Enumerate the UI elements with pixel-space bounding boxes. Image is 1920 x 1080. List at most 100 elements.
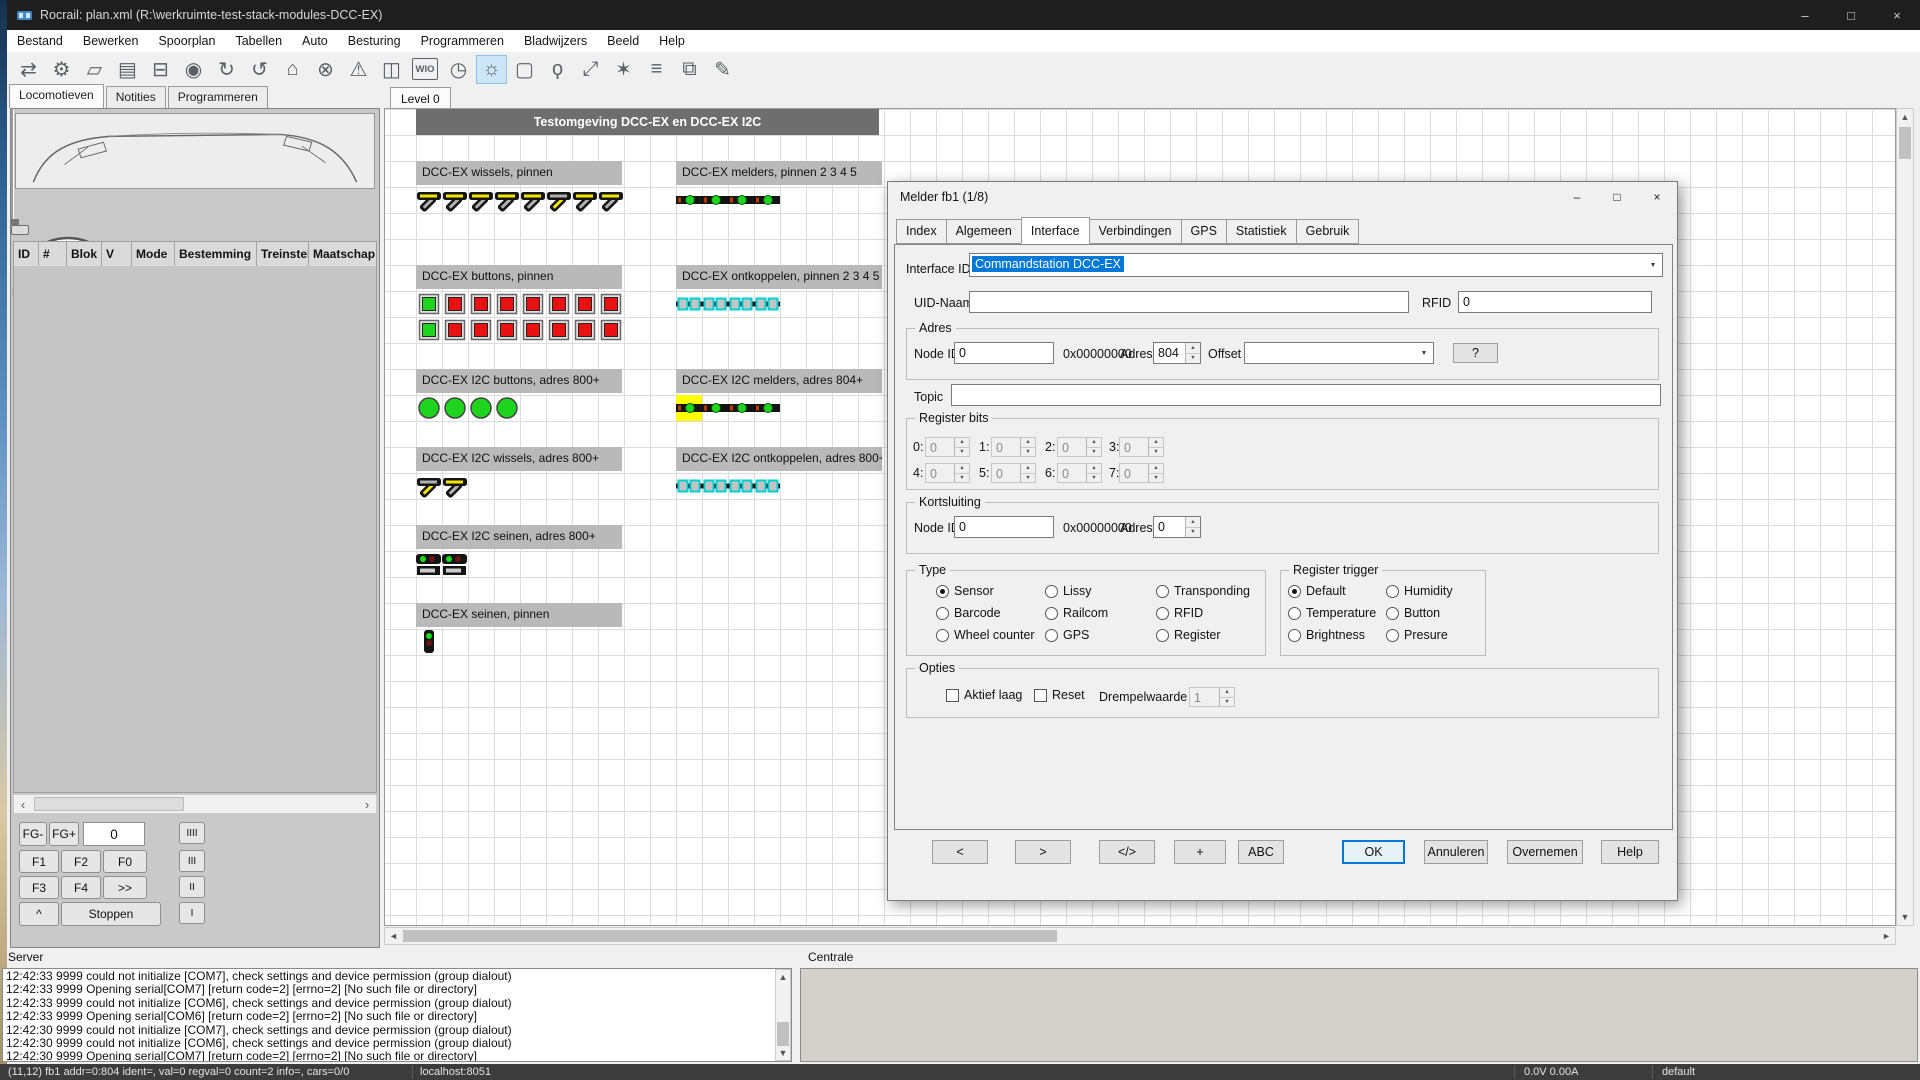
- spinner-arrows[interactable]: ▲▼: [1219, 688, 1234, 706]
- plan-symbol-btn[interactable]: [468, 317, 494, 343]
- plan-symbol-btn[interactable]: [520, 291, 546, 317]
- type-option-wheel-counter[interactable]: Wheel counter: [936, 627, 1035, 643]
- column-header-blok[interactable]: Blok: [67, 242, 102, 266]
- dialog-titlebar[interactable]: Melder fb1 (1/8) – □ ×: [888, 182, 1677, 212]
- scroll-down-icon[interactable]: ▼: [776, 1046, 790, 1060]
- plan-symbol-btn[interactable]: [598, 291, 624, 317]
- spin-down-icon[interactable]: ▼: [1087, 474, 1101, 483]
- undo-icon[interactable]: ↺: [244, 55, 275, 84]
- plan-symbol-btn[interactable]: [468, 291, 494, 317]
- dialog-tab-gebruik[interactable]: Gebruik: [1296, 219, 1360, 244]
- tab-programmeren[interactable]: Programmeren: [168, 86, 268, 108]
- dialog-tab-interface[interactable]: Interface: [1021, 217, 1090, 244]
- checkbox-icon[interactable]: [1034, 689, 1047, 702]
- fn-button-f4[interactable]: F4: [61, 876, 101, 899]
- step-button-1[interactable]: IIII: [179, 822, 205, 844]
- fg-minus-button[interactable]: FG-: [19, 822, 47, 846]
- zoom-icon[interactable]: ϙ: [542, 55, 573, 84]
- trigger-option-humidity[interactable]: Humidity: [1386, 583, 1453, 599]
- step-button-2[interactable]: III: [179, 850, 205, 872]
- column-header-item[interactable]: #: [39, 242, 67, 266]
- aktief-laag-checkbox[interactable]: Aktief laag: [946, 687, 1022, 703]
- menu-bestand[interactable]: Bestand: [7, 30, 73, 52]
- plan-symbol-decoupler[interactable]: [676, 291, 702, 317]
- alert-icon[interactable]: ⚠: [343, 55, 374, 84]
- interface-id-combobox[interactable]: Commandstation DCC-EX ▼: [969, 253, 1663, 277]
- spin-down-icon[interactable]: ▼: [1087, 448, 1101, 457]
- plan-symbol-btn[interactable]: [572, 317, 598, 343]
- scroll-down-icon[interactable]: ▼: [1897, 909, 1913, 925]
- column-header-bestemming[interactable]: Bestemming: [175, 242, 257, 266]
- plan-symbol-decoupler[interactable]: [728, 473, 754, 499]
- spinner-arrows[interactable]: ▲▼: [954, 438, 969, 456]
- plan-symbol-turnout[interactable]: [468, 187, 494, 213]
- chevron-down-icon[interactable]: ▼: [1416, 344, 1432, 362]
- server-log-scrollbar[interactable]: ▲ ▼: [775, 969, 791, 1061]
- trigger-option-presure[interactable]: Presure: [1386, 627, 1448, 643]
- fn-button-f2[interactable]: F2: [61, 850, 101, 873]
- speed-slider-track[interactable]: [11, 109, 14, 219]
- plan-symbol-decoupler[interactable]: [702, 291, 728, 317]
- settings-gears-icon[interactable]: ⚙: [46, 55, 77, 84]
- cab-throttle-icon[interactable]: ⇄: [13, 55, 44, 84]
- plan-symbol-sensor[interactable]: [754, 395, 780, 421]
- type-option-lissy[interactable]: Lissy: [1045, 583, 1091, 599]
- type-option-railcom[interactable]: Railcom: [1045, 605, 1108, 621]
- annuleren-button[interactable]: Annuleren: [1424, 840, 1488, 864]
- spin-down-icon[interactable]: ▼: [955, 474, 969, 483]
- nav-button-0[interactable]: <: [932, 840, 988, 864]
- menu-spoorplan[interactable]: Spoorplan: [148, 30, 225, 52]
- menu-beeld[interactable]: Beeld: [597, 30, 649, 52]
- plan-symbol-btn[interactable]: [416, 317, 442, 343]
- plan-symbol-sensor[interactable]: [728, 395, 754, 421]
- spinner-arrows[interactable]: ▲▼: [954, 464, 969, 482]
- menu-tabellen[interactable]: Tabellen: [225, 30, 292, 52]
- plan-symbol-turnout[interactable]: [598, 187, 624, 213]
- dialog-tab-index[interactable]: Index: [896, 219, 947, 244]
- spin-down-icon[interactable]: ▼: [1149, 474, 1163, 483]
- spinner-arrows[interactable]: ▲▼: [1148, 438, 1163, 456]
- plan-symbol-btn[interactable]: [416, 291, 442, 317]
- spin-up-icon[interactable]: ▲: [1149, 464, 1163, 474]
- spin-up-icon[interactable]: ▲: [1149, 438, 1163, 448]
- menu-programmeren[interactable]: Programmeren: [411, 30, 514, 52]
- plan-symbol-turnout[interactable]: [442, 187, 468, 213]
- plan-symbol-btn[interactable]: [442, 317, 468, 343]
- scroll-right-icon[interactable]: ›: [358, 795, 376, 813]
- speed-slider-handle[interactable]: [11, 225, 29, 235]
- spin-up-icon[interactable]: ▲: [1021, 438, 1035, 448]
- plan-symbol-turnout[interactable]: [442, 473, 468, 499]
- plan-symbol-turnout[interactable]: [546, 187, 572, 213]
- scroll-left-icon[interactable]: ‹: [14, 795, 32, 813]
- plan-symbol-sensor[interactable]: [702, 395, 728, 421]
- menu-help[interactable]: Help: [649, 30, 695, 52]
- power-icon[interactable]: ◉: [178, 55, 209, 84]
- trigger-option-default[interactable]: Default: [1288, 583, 1346, 599]
- plan-v-scrollbar[interactable]: ▲ ▼: [1896, 108, 1914, 926]
- menu-bewerken[interactable]: Bewerken: [73, 30, 149, 52]
- spin-down-icon[interactable]: ▼: [1021, 474, 1035, 483]
- plan-symbol-decoupler[interactable]: [754, 473, 780, 499]
- type-option-rfid[interactable]: RFID: [1156, 605, 1203, 621]
- fn-button-item[interactable]: >>: [103, 876, 147, 899]
- plan-symbol-decoupler[interactable]: [676, 473, 702, 499]
- spin-up-icon[interactable]: ▲: [1087, 438, 1101, 448]
- minimize-icon[interactable]: –: [1782, 0, 1828, 30]
- fn-button-f1[interactable]: F1: [19, 850, 59, 873]
- plan-symbol-turnout[interactable]: [416, 187, 442, 213]
- home-icon[interactable]: ⌂: [277, 55, 308, 84]
- scroll-thumb[interactable]: [34, 797, 184, 811]
- plan-symbol-turnout[interactable]: [520, 187, 546, 213]
- spin-down-icon[interactable]: ▼: [1186, 354, 1200, 364]
- plan-symbol-sigh[interactable]: [442, 551, 468, 577]
- plan-symbol-btn[interactable]: [572, 291, 598, 317]
- refresh-icon[interactable]: ↻: [211, 55, 242, 84]
- plan-symbol-sensor[interactable]: [676, 187, 702, 213]
- spinner-arrows[interactable]: ▲▼: [1185, 343, 1200, 363]
- plan-symbol-sensor[interactable]: [728, 187, 754, 213]
- spinner-arrows[interactable]: ▲▼: [1086, 464, 1101, 482]
- plan-symbol-decoupler[interactable]: [702, 473, 728, 499]
- plan-symbol-btn[interactable]: [442, 291, 468, 317]
- properties-list-icon[interactable]: ≡: [641, 55, 672, 84]
- trigger-option-button[interactable]: Button: [1386, 605, 1440, 621]
